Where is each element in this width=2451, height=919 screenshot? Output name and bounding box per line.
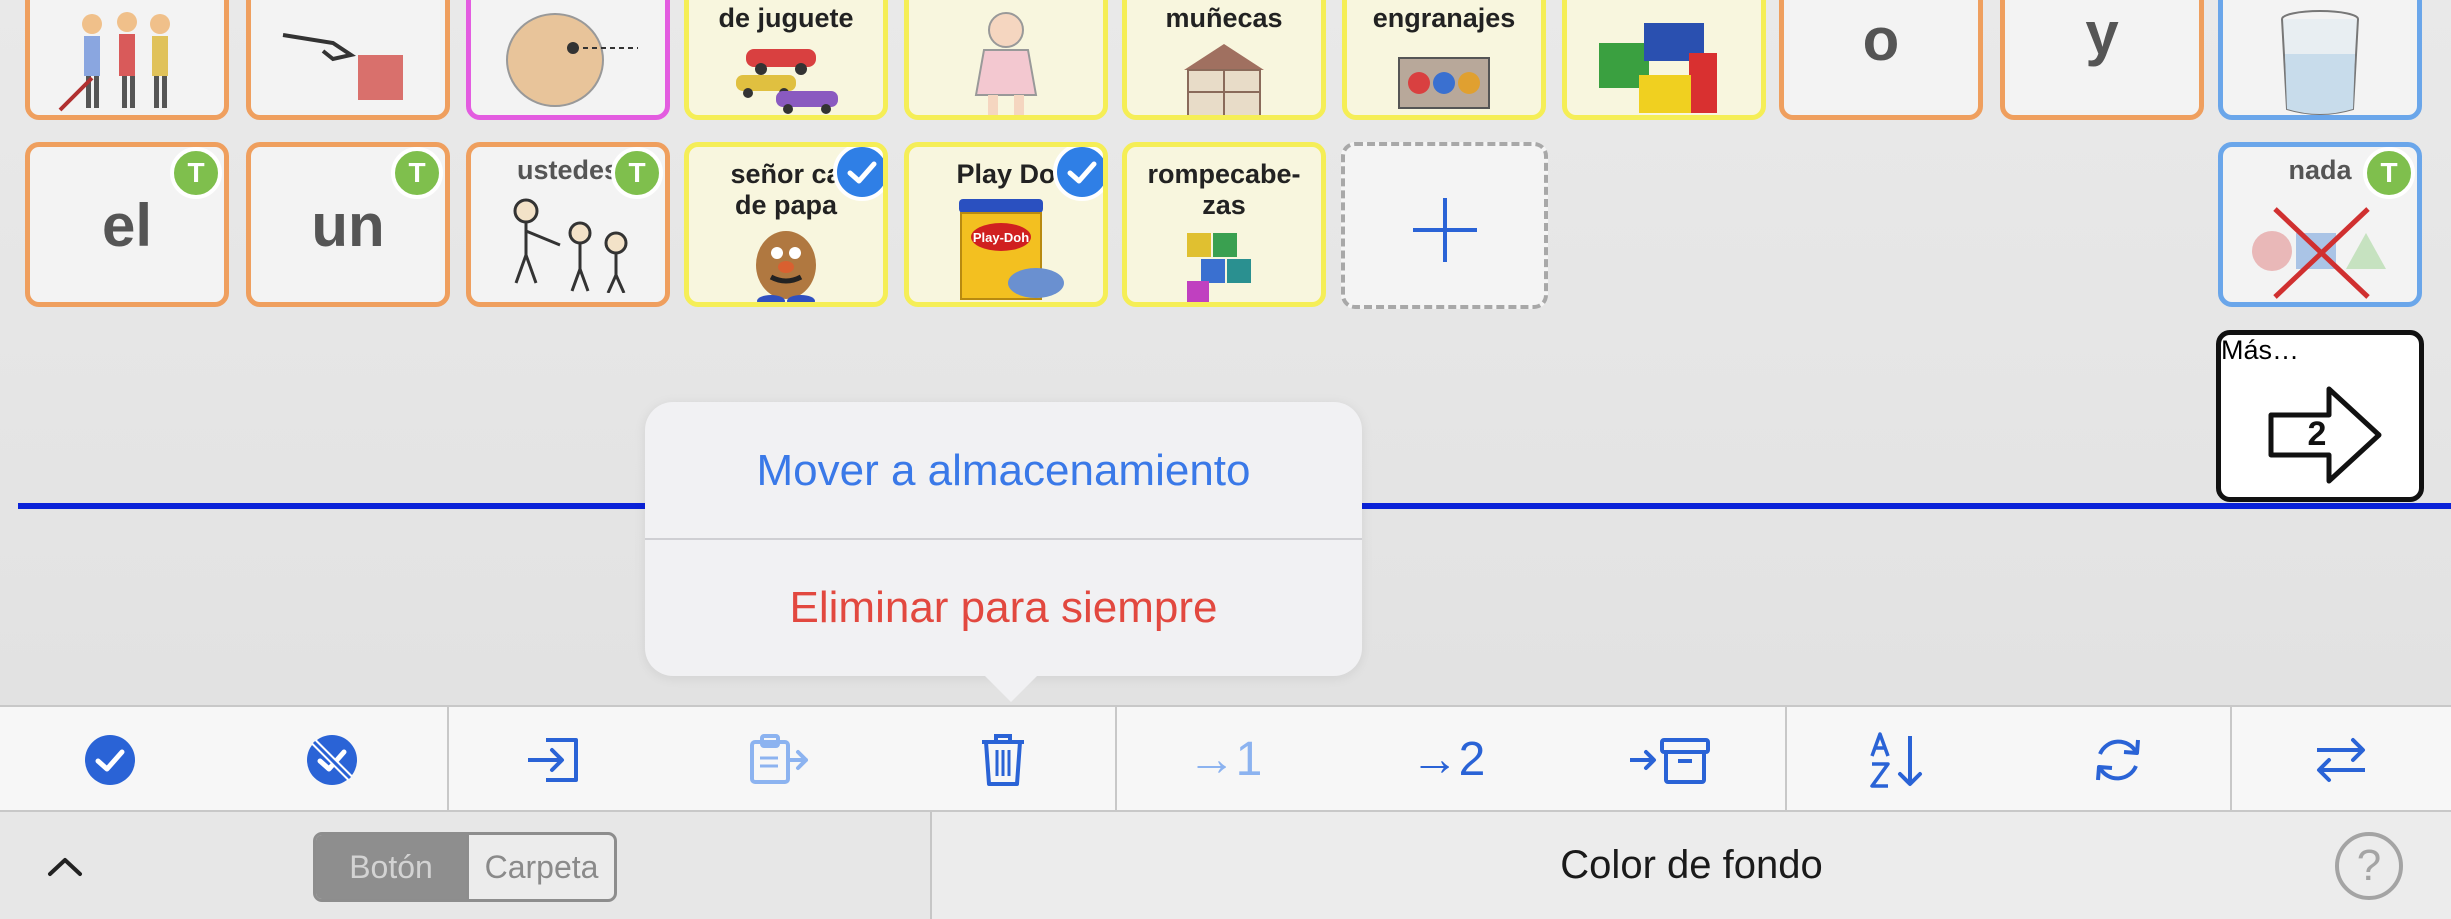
tile-word: o <box>1862 6 1900 73</box>
paste-icon <box>750 733 808 784</box>
type-segmented-control: Botón Carpeta <box>313 832 617 902</box>
face-pictogram <box>506 13 638 107</box>
tile-word: el <box>101 192 153 259</box>
blocks-pictogram <box>1599 23 1717 113</box>
text-badge: T <box>170 147 222 199</box>
segment-folder[interactable]: Carpeta <box>466 835 614 899</box>
tile-un[interactable]: un T <box>246 142 450 307</box>
refresh-icon <box>2096 739 2140 780</box>
move-to-storage-toolbar-button[interactable] <box>1600 707 1740 812</box>
move-to-storage-button[interactable]: Mover a almacenamiento <box>645 402 1362 539</box>
chevron-up-icon[interactable] <box>40 842 90 892</box>
background-color-title[interactable]: Color de fondo <box>932 812 2451 919</box>
tile-rompecabezas[interactable]: rompeca­be- zas <box>1122 142 1326 307</box>
doll-pictogram <box>974 12 1038 115</box>
tile-label: muñecas <box>1165 3 1283 33</box>
sort-az-icon <box>1870 731 1922 788</box>
archive-icon <box>1630 737 1710 784</box>
puzzle-pictogram <box>1187 233 1251 302</box>
move-to-page-1-label: →1 <box>1187 733 1263 786</box>
check-icon <box>847 161 877 184</box>
tile-people[interactable] <box>25 0 229 120</box>
paste-button[interactable] <box>710 707 850 812</box>
tile-munecas[interactable]: muñecas <box>1122 0 1326 120</box>
tile-blocks[interactable] <box>1562 0 1766 120</box>
symbol-grid: de juguete muñecas engranajes o y el T u… <box>0 0 2451 705</box>
tile-ustedes[interactable]: ustedes T <box>466 142 670 307</box>
tile-see[interactable] <box>466 0 670 120</box>
tile-label-line2: zas <box>1202 190 1246 220</box>
glass-pictogram <box>2281 10 2359 115</box>
add-button-tile[interactable] <box>1341 142 1548 309</box>
tile-word: un <box>311 192 385 259</box>
gears-pictogram <box>1398 57 1490 109</box>
move-to-page-2-label: →2 <box>1410 733 1486 786</box>
tile-label: engranajes <box>1372 3 1516 33</box>
move-to-page-1-button[interactable]: →1 <box>1155 707 1295 812</box>
tile-glass[interactable] <box>2218 0 2422 120</box>
help-icon[interactable]: ? <box>2335 832 2403 900</box>
check-icon <box>1067 161 1097 184</box>
toolbar-separator <box>1115 707 1117 812</box>
sort-button[interactable] <box>1826 707 1966 812</box>
tile-give[interactable] <box>246 0 450 120</box>
play-doh-logo: Play-Doh <box>973 230 1029 245</box>
deselect-all-button[interactable] <box>262 707 402 812</box>
move-into-button[interactable] <box>484 707 624 812</box>
properties-bar-left: Botón Carpeta <box>0 812 932 919</box>
tile-y[interactable]: y <box>2000 0 2204 120</box>
swap-button[interactable] <box>2271 707 2411 812</box>
potato-head-pictogram <box>756 231 816 302</box>
segment-button[interactable]: Botón <box>316 835 466 899</box>
delete-forever-button[interactable]: Eliminar para siempre <box>645 539 1362 676</box>
people-pictogram <box>58 12 170 112</box>
play-doh-pictogram: Play-Doh <box>959 199 1064 300</box>
popover-arrow <box>983 674 1039 702</box>
ustedes-pictogram <box>513 198 628 293</box>
tile-baby-doll[interactable] <box>904 0 1108 120</box>
text-badge: T <box>611 147 663 199</box>
give-pictogram <box>282 33 403 100</box>
text-badge: T <box>391 147 443 199</box>
toolbar-separator <box>2230 707 2232 812</box>
tile-o[interactable]: o <box>1779 0 1983 120</box>
properties-bar: Botón Carpeta Color de fondo ? <box>0 812 2451 919</box>
toolbar-separator <box>447 707 449 812</box>
tile-nada[interactable]: nada T <box>2218 142 2422 307</box>
nothing-pictogram <box>2252 207 2386 299</box>
refresh-button[interactable] <box>2048 707 2188 812</box>
check-circle-icon <box>85 734 135 785</box>
tile-label-line1: rompeca­be- <box>1147 159 1301 189</box>
plus-icon <box>1413 198 1477 262</box>
tile-de-juguete[interactable]: de juguete <box>684 0 888 120</box>
swap-arrows-icon <box>2317 737 2365 782</box>
delete-options-popover: Mover a almacenamiento Eliminar para sie… <box>645 402 1362 702</box>
move-to-page-2-button[interactable]: →2 <box>1378 707 1518 812</box>
more-page-number: 2 <box>2307 415 2327 453</box>
tile-senor-cara-de-papa[interactable]: señor ca de papa <box>684 142 888 307</box>
tile-word: y <box>2085 0 2119 67</box>
more-label: Más… <box>2221 335 2300 365</box>
move-into-icon <box>528 737 578 782</box>
checkmark-badge <box>1053 147 1103 201</box>
more-page-button[interactable]: Más… 2 <box>2216 330 2424 502</box>
tile-play-doh[interactable]: Play Do Play-Doh <box>904 142 1108 307</box>
delete-button[interactable] <box>933 707 1073 812</box>
checkmark-badge <box>833 147 883 201</box>
tile-label: de juguete <box>718 3 854 33</box>
text-badge: T <box>2363 147 2415 199</box>
select-all-button[interactable] <box>40 707 180 812</box>
uncheck-circle-icon <box>307 734 357 785</box>
trash-icon <box>982 733 1024 786</box>
tile-engranajes[interactable]: engranajes <box>1342 0 1546 120</box>
tile-el[interactable]: el T <box>25 142 229 307</box>
toy-cars-pictogram <box>736 49 838 114</box>
dollhouse-pictogram <box>1184 44 1264 115</box>
toolbar-separator <box>1785 707 1787 812</box>
edit-toolbar: →1 →2 <box>0 705 2451 812</box>
